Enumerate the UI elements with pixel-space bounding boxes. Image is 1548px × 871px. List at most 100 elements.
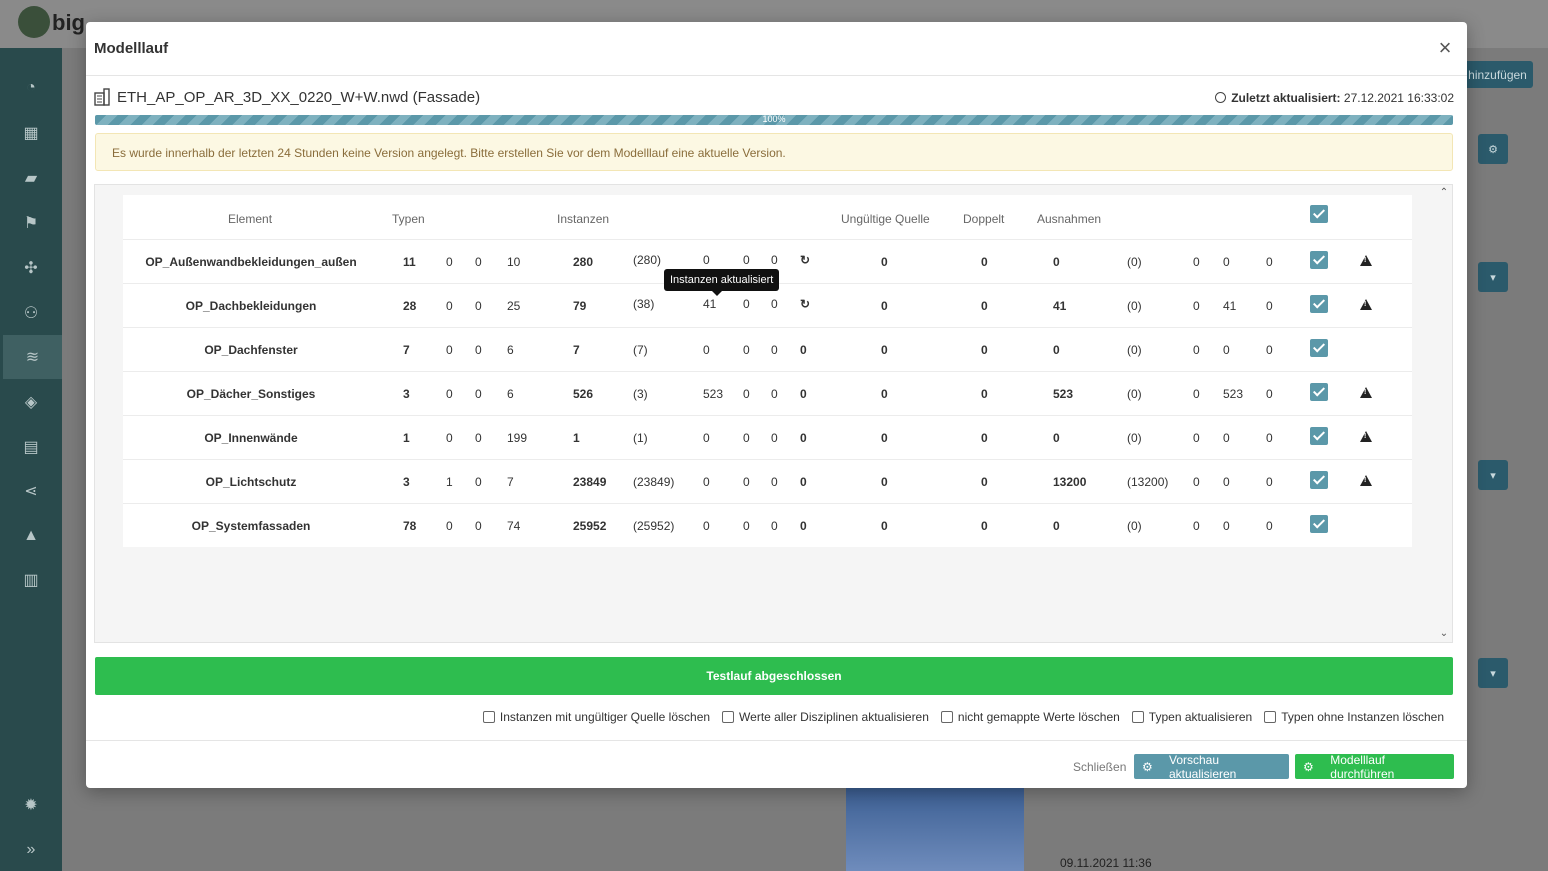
warning-alert: Es wurde innerhalb der letzten 24 Stunde… — [95, 133, 1453, 171]
close-icon[interactable]: × — [1435, 36, 1455, 60]
checkbox-box[interactable] — [1264, 711, 1277, 723]
cell-invalid: 0 — [881, 387, 888, 401]
cell-dup: 0 — [981, 387, 988, 401]
warning-icon[interactable] — [1360, 255, 1372, 266]
warning-icon[interactable] — [1360, 475, 1372, 486]
cell-t3: 74 — [507, 519, 521, 533]
add-button[interactable]: hinzufügen — [1462, 61, 1533, 88]
cell-e3: 0 — [1266, 343, 1273, 357]
cell-i4: 0 — [800, 475, 807, 489]
grid-icon[interactable]: ▦ — [0, 111, 62, 155]
cell-invalid: 0 — [881, 519, 888, 533]
checkbox-box[interactable] — [1131, 711, 1144, 723]
select-all-checkbox[interactable] — [1310, 205, 1328, 223]
table-icon[interactable]: ▤ — [0, 425, 62, 469]
share-icon[interactable]: ⋖ — [0, 469, 62, 513]
cell-i2: 0 — [743, 475, 750, 489]
settings-icon[interactable]: ✹ — [0, 783, 62, 827]
checkbox-box[interactable] — [940, 711, 953, 723]
cell-i2: 0 — [743, 387, 750, 401]
dashboard-icon[interactable]: ◔ — [0, 66, 62, 110]
book-icon[interactable]: ▰ — [0, 156, 62, 200]
table-row: OP_Dächer_Sonstiges 3 0 0 6 526 (3) 523 0 0 0 0 0 523… — [123, 371, 1412, 415]
cell-i4[interactable]: ↻ — [800, 297, 810, 311]
cell-t3: 7 — [507, 475, 514, 489]
warning-icon[interactable] — [1360, 299, 1372, 310]
cell-paren: (38) — [633, 297, 655, 311]
users-icon[interactable]: ⚇ — [0, 291, 62, 335]
cell-t2: 0 — [475, 475, 482, 489]
modal-title: Modelllauf — [94, 40, 169, 57]
layers-icon[interactable]: ◈ — [0, 380, 62, 424]
table-row: OP_Lichtschutz 3 1 0 7 23849 (23849) 0 0 0 0 0 0 1320… — [123, 459, 1412, 503]
option-checkbox[interactable]: nicht gemappte Werte löschen — [940, 710, 1120, 724]
row-checkbox[interactable] — [1310, 471, 1328, 489]
cell-types: 28 — [403, 299, 417, 313]
row-checkbox[interactable] — [1310, 295, 1328, 313]
option-checkbox[interactable]: Werte aller Disziplinen aktualisieren — [722, 710, 929, 724]
cell-instances: 7 — [573, 343, 580, 357]
scroll-up-icon[interactable]: ⌃ — [1438, 187, 1450, 199]
file-name: ETH_AP_OP_AR_3D_XX_0220_W+W.nwd (Fassade… — [117, 89, 481, 106]
run-model-button[interactable]: ⚙ Modelllauf durchführen — [1295, 753, 1454, 781]
modal-header: Modelllauf × — [86, 22, 1467, 76]
cell-paren: (7) — [633, 343, 648, 357]
cell-e3: 0 — [1266, 299, 1273, 313]
checkbox-box[interactable] — [722, 711, 735, 723]
table-header: Element Typen Instanzen Ungültige Quelle… — [123, 195, 1412, 239]
cell-i3: 0 — [771, 475, 778, 489]
database-icon[interactable]: ≋ — [3, 335, 62, 379]
cell-i3: 0 — [771, 387, 778, 401]
cell-element: OP_Lichtschutz — [205, 475, 297, 489]
option-checkbox[interactable]: Instanzen mit ungültiger Quelle löschen — [482, 710, 710, 724]
scroll-down-icon[interactable]: ⌄ — [1438, 628, 1450, 640]
checkbox-box[interactable] — [482, 711, 495, 723]
warning-icon[interactable] — [1360, 431, 1372, 442]
cell-t1: 0 — [446, 519, 453, 533]
cell-t2: 0 — [475, 387, 482, 401]
results-table-container[interactable]: ⌃ ⌄ Element Typen Instanzen Ungültige Qu… — [94, 184, 1453, 643]
cell-i3: 0 — [771, 253, 778, 267]
bg-dropdown-button[interactable]: ▾ — [1478, 460, 1508, 490]
cell-exc: 0 — [1053, 519, 1060, 533]
cell-e1: 0 — [1193, 343, 1200, 357]
cell-i3: 0 — [771, 297, 778, 311]
cell-element: OP_Systemfassaden — [191, 519, 311, 533]
cell-i1: 41 — [703, 297, 717, 311]
header-duplicate: Doppelt — [963, 212, 1005, 226]
cell-exc: 0 — [1053, 431, 1060, 445]
bg-action-button[interactable]: ⚙ — [1478, 134, 1508, 164]
gear-icon: ⚙ — [1303, 759, 1314, 774]
row-checkbox[interactable] — [1310, 383, 1328, 401]
last-updated-label: Zuletzt aktualisiert: — [1231, 91, 1341, 105]
cell-i2: 0 — [743, 297, 750, 311]
cell-i1: 0 — [703, 253, 710, 267]
option-checkbox[interactable]: Typen aktualisieren — [1131, 710, 1252, 724]
cell-e1: 0 — [1193, 255, 1200, 269]
cell-e2: 0 — [1223, 431, 1230, 445]
cell-t1: 0 — [446, 255, 453, 269]
flag-icon[interactable]: ⚑ — [0, 201, 62, 245]
header-types: Typen — [392, 212, 425, 226]
row-checkbox[interactable] — [1310, 427, 1328, 445]
row-checkbox[interactable] — [1310, 515, 1328, 533]
cell-paren: (280) — [633, 253, 662, 267]
warning-icon[interactable] — [1360, 387, 1372, 398]
server-icon[interactable]: ▥ — [0, 558, 62, 602]
preview-update-button[interactable]: ⚙ Vorschau aktualisieren — [1134, 753, 1289, 781]
expand-icon[interactable]: » — [0, 828, 62, 871]
file-row: ETH_AP_OP_AR_3D_XX_0220_W+W.nwd (Fassade… — [94, 86, 1454, 110]
alert-icon[interactable]: ▲ — [0, 514, 62, 558]
cell-i4[interactable]: ↻ — [800, 253, 810, 267]
cell-element: OP_Dachfenster — [204, 343, 298, 357]
bg-dropdown-button[interactable]: ▾ — [1478, 658, 1508, 688]
row-checkbox[interactable] — [1310, 339, 1328, 357]
puzzle-icon[interactable]: ✣ — [0, 246, 62, 290]
cell-i4: 0 — [800, 343, 807, 357]
last-updated: Zuletzt aktualisiert: 27.12.2021 16:33:0… — [1215, 91, 1454, 105]
row-checkbox[interactable] — [1310, 251, 1328, 269]
close-button[interactable]: Schließen — [1073, 760, 1126, 774]
cell-i4: 0 — [800, 387, 807, 401]
option-checkbox[interactable]: Typen ohne Instanzen löschen — [1264, 710, 1444, 724]
bg-dropdown-button[interactable]: ▾ — [1478, 262, 1508, 292]
